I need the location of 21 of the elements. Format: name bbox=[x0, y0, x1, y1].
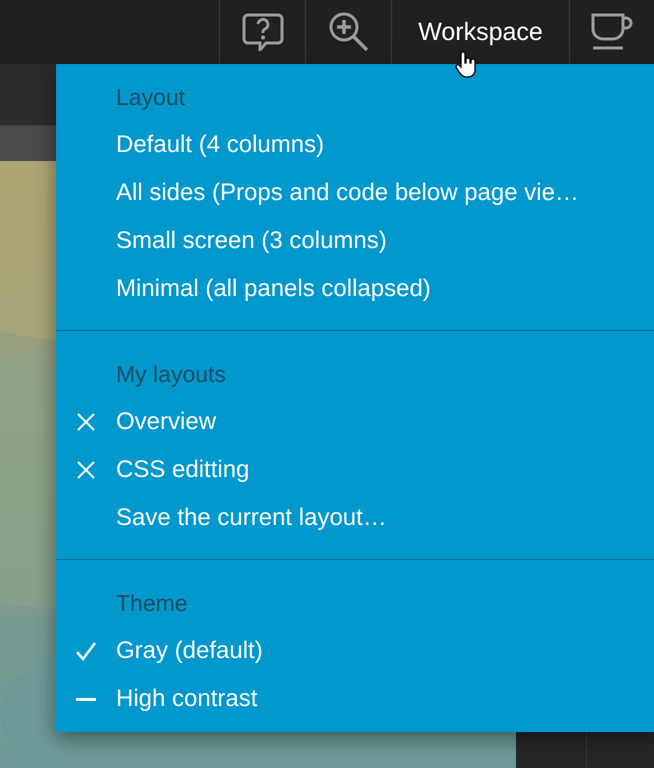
workspace-button[interactable]: Workspace bbox=[410, 14, 551, 50]
menu-item[interactable]: Default (4 columns) bbox=[56, 121, 654, 169]
menu-item[interactable]: Minimal (all panels collapsed) bbox=[56, 265, 654, 313]
dash-icon bbox=[76, 698, 96, 700]
remove-icon[interactable] bbox=[76, 412, 96, 432]
menu-item[interactable]: Overview bbox=[56, 398, 654, 446]
coffee-cup-icon[interactable] bbox=[590, 12, 634, 52]
menu-item[interactable]: Save the current layout… bbox=[56, 494, 654, 542]
menu-item[interactable]: Gray (default) bbox=[56, 627, 654, 675]
help-icon[interactable] bbox=[242, 13, 284, 51]
checkmark-icon bbox=[75, 641, 97, 661]
menu-item[interactable]: All sides (Props and code below page vie… bbox=[56, 169, 654, 217]
zoom-in-icon[interactable] bbox=[328, 11, 370, 53]
menu-item[interactable]: Small screen (3 columns) bbox=[56, 217, 654, 265]
section-header: Theme bbox=[115, 589, 189, 618]
section-header: Layout bbox=[115, 83, 186, 112]
menu-item[interactable]: High contrast bbox=[56, 675, 654, 723]
remove-icon[interactable] bbox=[76, 460, 96, 480]
menu-item[interactable]: CSS editting bbox=[56, 446, 654, 494]
hand-cursor-icon bbox=[455, 52, 477, 78]
section-header: My layouts bbox=[115, 360, 227, 389]
